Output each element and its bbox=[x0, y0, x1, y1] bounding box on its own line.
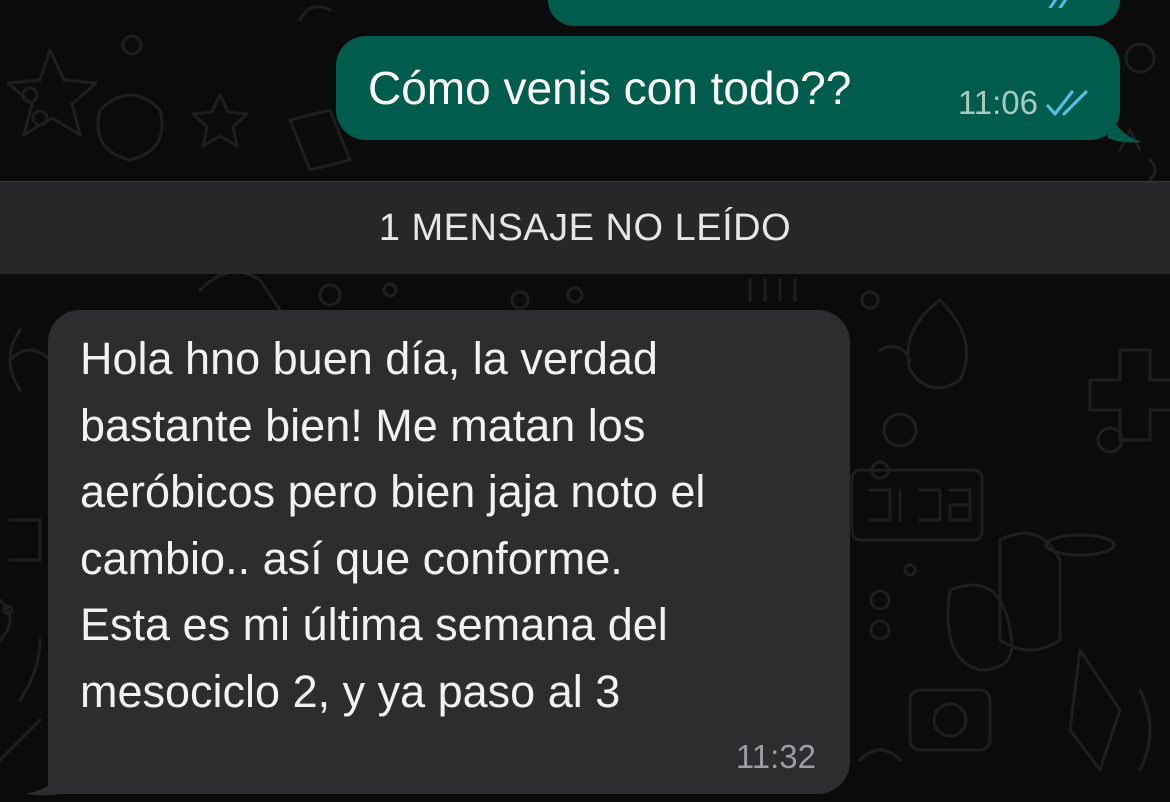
incoming-message-bubble[interactable]: Hola hno buen día, la verdad bastante bi… bbox=[48, 310, 850, 794]
message-line: cambio.. así que conforme. bbox=[80, 532, 623, 584]
unread-messages-label: 1 MENSAJE NO LEÍDO bbox=[378, 206, 792, 249]
outgoing-message-bubble[interactable]: Cómo venis con todo?? 11:06 bbox=[336, 36, 1120, 140]
outgoing-message-bubble-partial[interactable] bbox=[548, 0, 1120, 26]
message-time: 11:32 bbox=[735, 738, 816, 775]
unread-messages-divider: 1 MENSAJE NO LEÍDO bbox=[0, 181, 1170, 274]
message-line: Esta es mi última semana del bbox=[80, 599, 668, 650]
message-line: bastante bien! Me matan los bbox=[80, 399, 646, 451]
message-meta: 11:06 bbox=[958, 84, 1094, 122]
double-check-read-icon bbox=[1048, 0, 1068, 8]
double-check-read-icon bbox=[1046, 90, 1088, 116]
message-line: Hola hno buen día, la verdad bbox=[80, 333, 658, 384]
message-line: aeróbicos pero bien jaja noto el bbox=[80, 466, 706, 517]
message-text: Cómo venis con todo?? bbox=[368, 62, 852, 114]
message-line: mesociclo 2, y ya paso al 3 bbox=[80, 665, 621, 717]
message-text: Hola hno buen día, la verdad bastante bi… bbox=[80, 326, 820, 725]
message-time: 11:06 bbox=[957, 84, 1038, 121]
